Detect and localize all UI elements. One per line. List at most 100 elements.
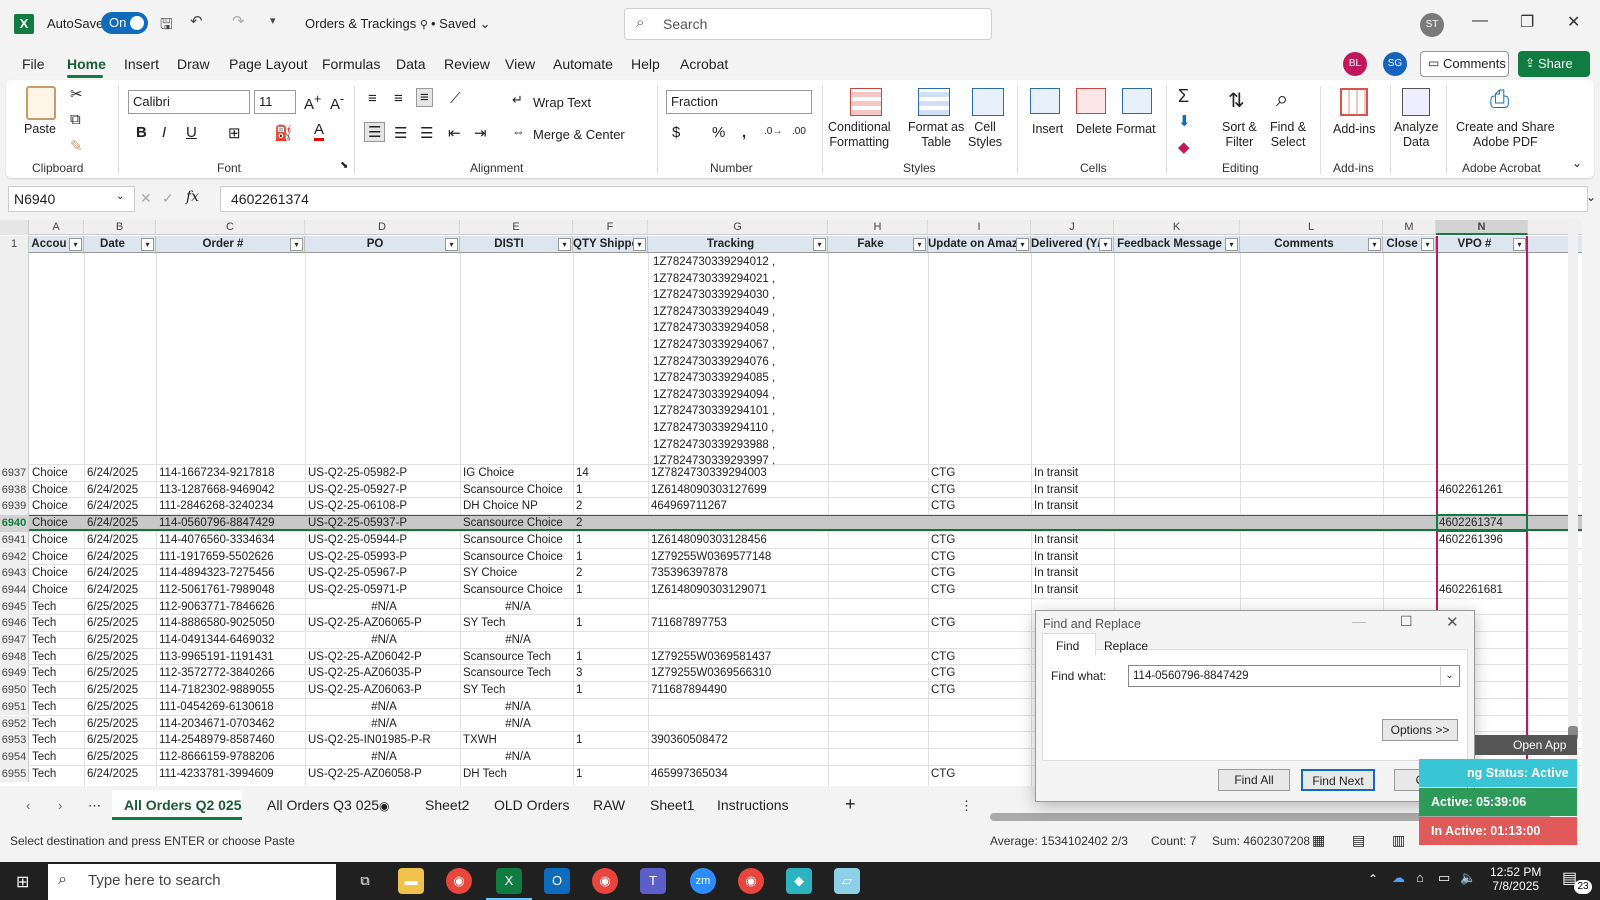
cancel-entry-icon[interactable]: ✕: [140, 190, 152, 207]
align-right-icon[interactable]: ☰: [420, 124, 433, 142]
font-name-select[interactable]: Calibri: [128, 90, 250, 114]
cell-a[interactable]: Tech: [29, 632, 84, 648]
cell-c[interactable]: 114-0560796-8847429: [156, 515, 305, 531]
cell-b[interactable]: 6/25/2025: [84, 716, 156, 732]
cell-b[interactable]: 6/24/2025: [84, 482, 156, 498]
cell-i[interactable]: CTG: [928, 498, 1031, 514]
cell-a[interactable]: Tech: [29, 749, 84, 765]
minimize-icon[interactable]: —: [1472, 12, 1488, 30]
formula-input[interactable]: 4602261374: [220, 186, 1588, 212]
cell-g[interactable]: 1Z6148090303129071: [648, 582, 828, 598]
cell-b[interactable]: 6/24/2025: [84, 532, 156, 548]
add-sheet-icon[interactable]: +: [845, 794, 856, 815]
cell-d[interactable]: US-Q2-25-05937-P: [305, 515, 460, 531]
excel-taskbar-icon[interactable]: X: [496, 868, 522, 894]
close-icon[interactable]: ✕: [1567, 12, 1580, 32]
dialog-launcher-icon[interactable]: ⬊: [340, 160, 348, 171]
align-bottom-icon[interactable]: ≡: [416, 88, 433, 107]
cell-c[interactable]: 113-9965191-1191431: [156, 649, 305, 665]
menu-help[interactable]: Help: [631, 56, 660, 72]
filter-dropdown-icon[interactable]: ▾: [913, 238, 926, 251]
cell-g[interactable]: 1Z7824730339294003: [648, 465, 828, 481]
maximize-icon[interactable]: ☐: [1400, 613, 1413, 630]
notes-app-icon[interactable]: ▱: [834, 868, 860, 894]
analyze-data-button[interactable]: Analyze Data: [1394, 120, 1438, 150]
row-number[interactable]: 6949: [0, 665, 29, 683]
cell-a[interactable]: Tech: [29, 615, 84, 631]
cell-a[interactable]: Tech: [29, 766, 84, 782]
cell-f[interactable]: 1: [573, 549, 648, 565]
find-next-button[interactable]: Find Next: [1301, 769, 1375, 791]
more-sheets-icon[interactable]: ⋯: [88, 798, 101, 814]
cell-b[interactable]: 6/25/2025: [84, 749, 156, 765]
paste-button[interactable]: Paste: [24, 122, 56, 137]
cell-g[interactable]: 735396397878: [648, 565, 828, 581]
cell-a[interactable]: Tech: [29, 682, 84, 698]
cell-g[interactable]: 390360508472: [648, 732, 828, 748]
cell-i[interactable]: CTG: [928, 649, 1031, 665]
active-cell-outline[interactable]: [1436, 514, 1528, 533]
format-painter-icon[interactable]: ✎: [70, 137, 83, 155]
insert-function-icon[interactable]: fx: [186, 189, 199, 205]
add-ins-button[interactable]: Add-ins: [1333, 122, 1375, 137]
underline-icon[interactable]: U: [186, 124, 197, 141]
row-number[interactable]: 6948: [0, 648, 29, 666]
search-box[interactable]: Search: [624, 8, 992, 40]
sheet-tab-old-orders[interactable]: OLD Orders: [494, 797, 569, 813]
cell-e[interactable]: Scansource Tech: [460, 649, 573, 665]
clear-icon[interactable]: ◆: [1178, 138, 1190, 156]
row-number[interactable]: 6954: [0, 748, 29, 766]
cell-e[interactable]: SY Tech: [460, 615, 573, 631]
avatar[interactable]: SG: [1383, 52, 1407, 76]
page-layout-view-icon[interactable]: ▤: [1352, 832, 1365, 849]
cell-c[interactable]: 114-8886580-9025050: [156, 615, 305, 631]
cell-g[interactable]: 1Z79255W0369566310: [648, 665, 828, 681]
cell-j[interactable]: In transit: [1031, 498, 1114, 514]
cell-f[interactable]: 1: [573, 615, 648, 631]
find-select-icon[interactable]: ⌕: [1276, 86, 1288, 112]
row-number[interactable]: 6942: [0, 548, 29, 566]
cell-b[interactable]: 6/24/2025: [84, 565, 156, 581]
chevron-down-icon[interactable]: ⌄: [1440, 667, 1458, 685]
cell-d[interactable]: #N/A: [305, 716, 460, 732]
cell-i[interactable]: CTG: [928, 665, 1031, 681]
file-explorer-icon[interactable]: ▬: [398, 868, 424, 894]
cell-c[interactable]: 112-3572772-3840266: [156, 665, 305, 681]
cell-e[interactable]: SY Choice: [460, 565, 573, 581]
outlook-icon[interactable]: O: [544, 868, 570, 894]
column-header-j[interactable]: J: [1031, 220, 1114, 235]
menu-file[interactable]: File: [22, 56, 45, 72]
cell-d[interactable]: #N/A: [305, 599, 460, 615]
cell-e[interactable]: Scansource Tech: [460, 665, 573, 681]
zoom-icon[interactable]: zm: [690, 868, 716, 894]
merge-center-button[interactable]: Merge & Center: [533, 127, 625, 142]
cell-g[interactable]: 464969711267: [648, 498, 828, 514]
cell-c[interactable]: 111-2846268-3240234: [156, 498, 305, 514]
cell-i[interactable]: CTG: [928, 482, 1031, 498]
row-number[interactable]: 6940: [0, 515, 29, 532]
filter-dropdown-icon[interactable]: ▾: [813, 238, 826, 251]
cell-f[interactable]: 1: [573, 482, 648, 498]
filter-dropdown-icon[interactable]: ▾: [558, 238, 571, 251]
row-number[interactable]: 6955: [0, 765, 29, 783]
cell-i[interactable]: CTG: [928, 766, 1031, 782]
filter-dropdown-icon[interactable]: ▾: [1016, 238, 1029, 251]
format-cells-icon[interactable]: [1122, 88, 1152, 114]
cell-b[interactable]: 6/25/2025: [84, 682, 156, 698]
normal-view-icon[interactable]: ▦: [1312, 832, 1325, 849]
find-all-button[interactable]: Find All: [1218, 769, 1290, 791]
decrease-font-icon[interactable]: A-: [330, 92, 344, 113]
row-number[interactable]: 6938: [0, 481, 29, 499]
menu-page-layout[interactable]: Page Layout: [229, 56, 308, 72]
cell-c[interactable]: 111-0454269-6130618: [156, 699, 305, 715]
cell-b[interactable]: 6/25/2025: [84, 615, 156, 631]
cell-d[interactable]: #N/A: [305, 749, 460, 765]
cell-d[interactable]: US-Q2-25-05927-P: [305, 482, 460, 498]
cell-e[interactable]: Scansource Choice: [460, 549, 573, 565]
filter-dropdown-icon[interactable]: ▾: [445, 238, 458, 251]
options-button[interactable]: Options >>: [1382, 719, 1458, 741]
cell-j[interactable]: In transit: [1031, 532, 1114, 548]
autosave-toggle[interactable]: On: [101, 12, 148, 34]
column-header-h[interactable]: H: [828, 220, 928, 235]
cell-d[interactable]: US-Q2-25-AZ06063-P: [305, 682, 460, 698]
